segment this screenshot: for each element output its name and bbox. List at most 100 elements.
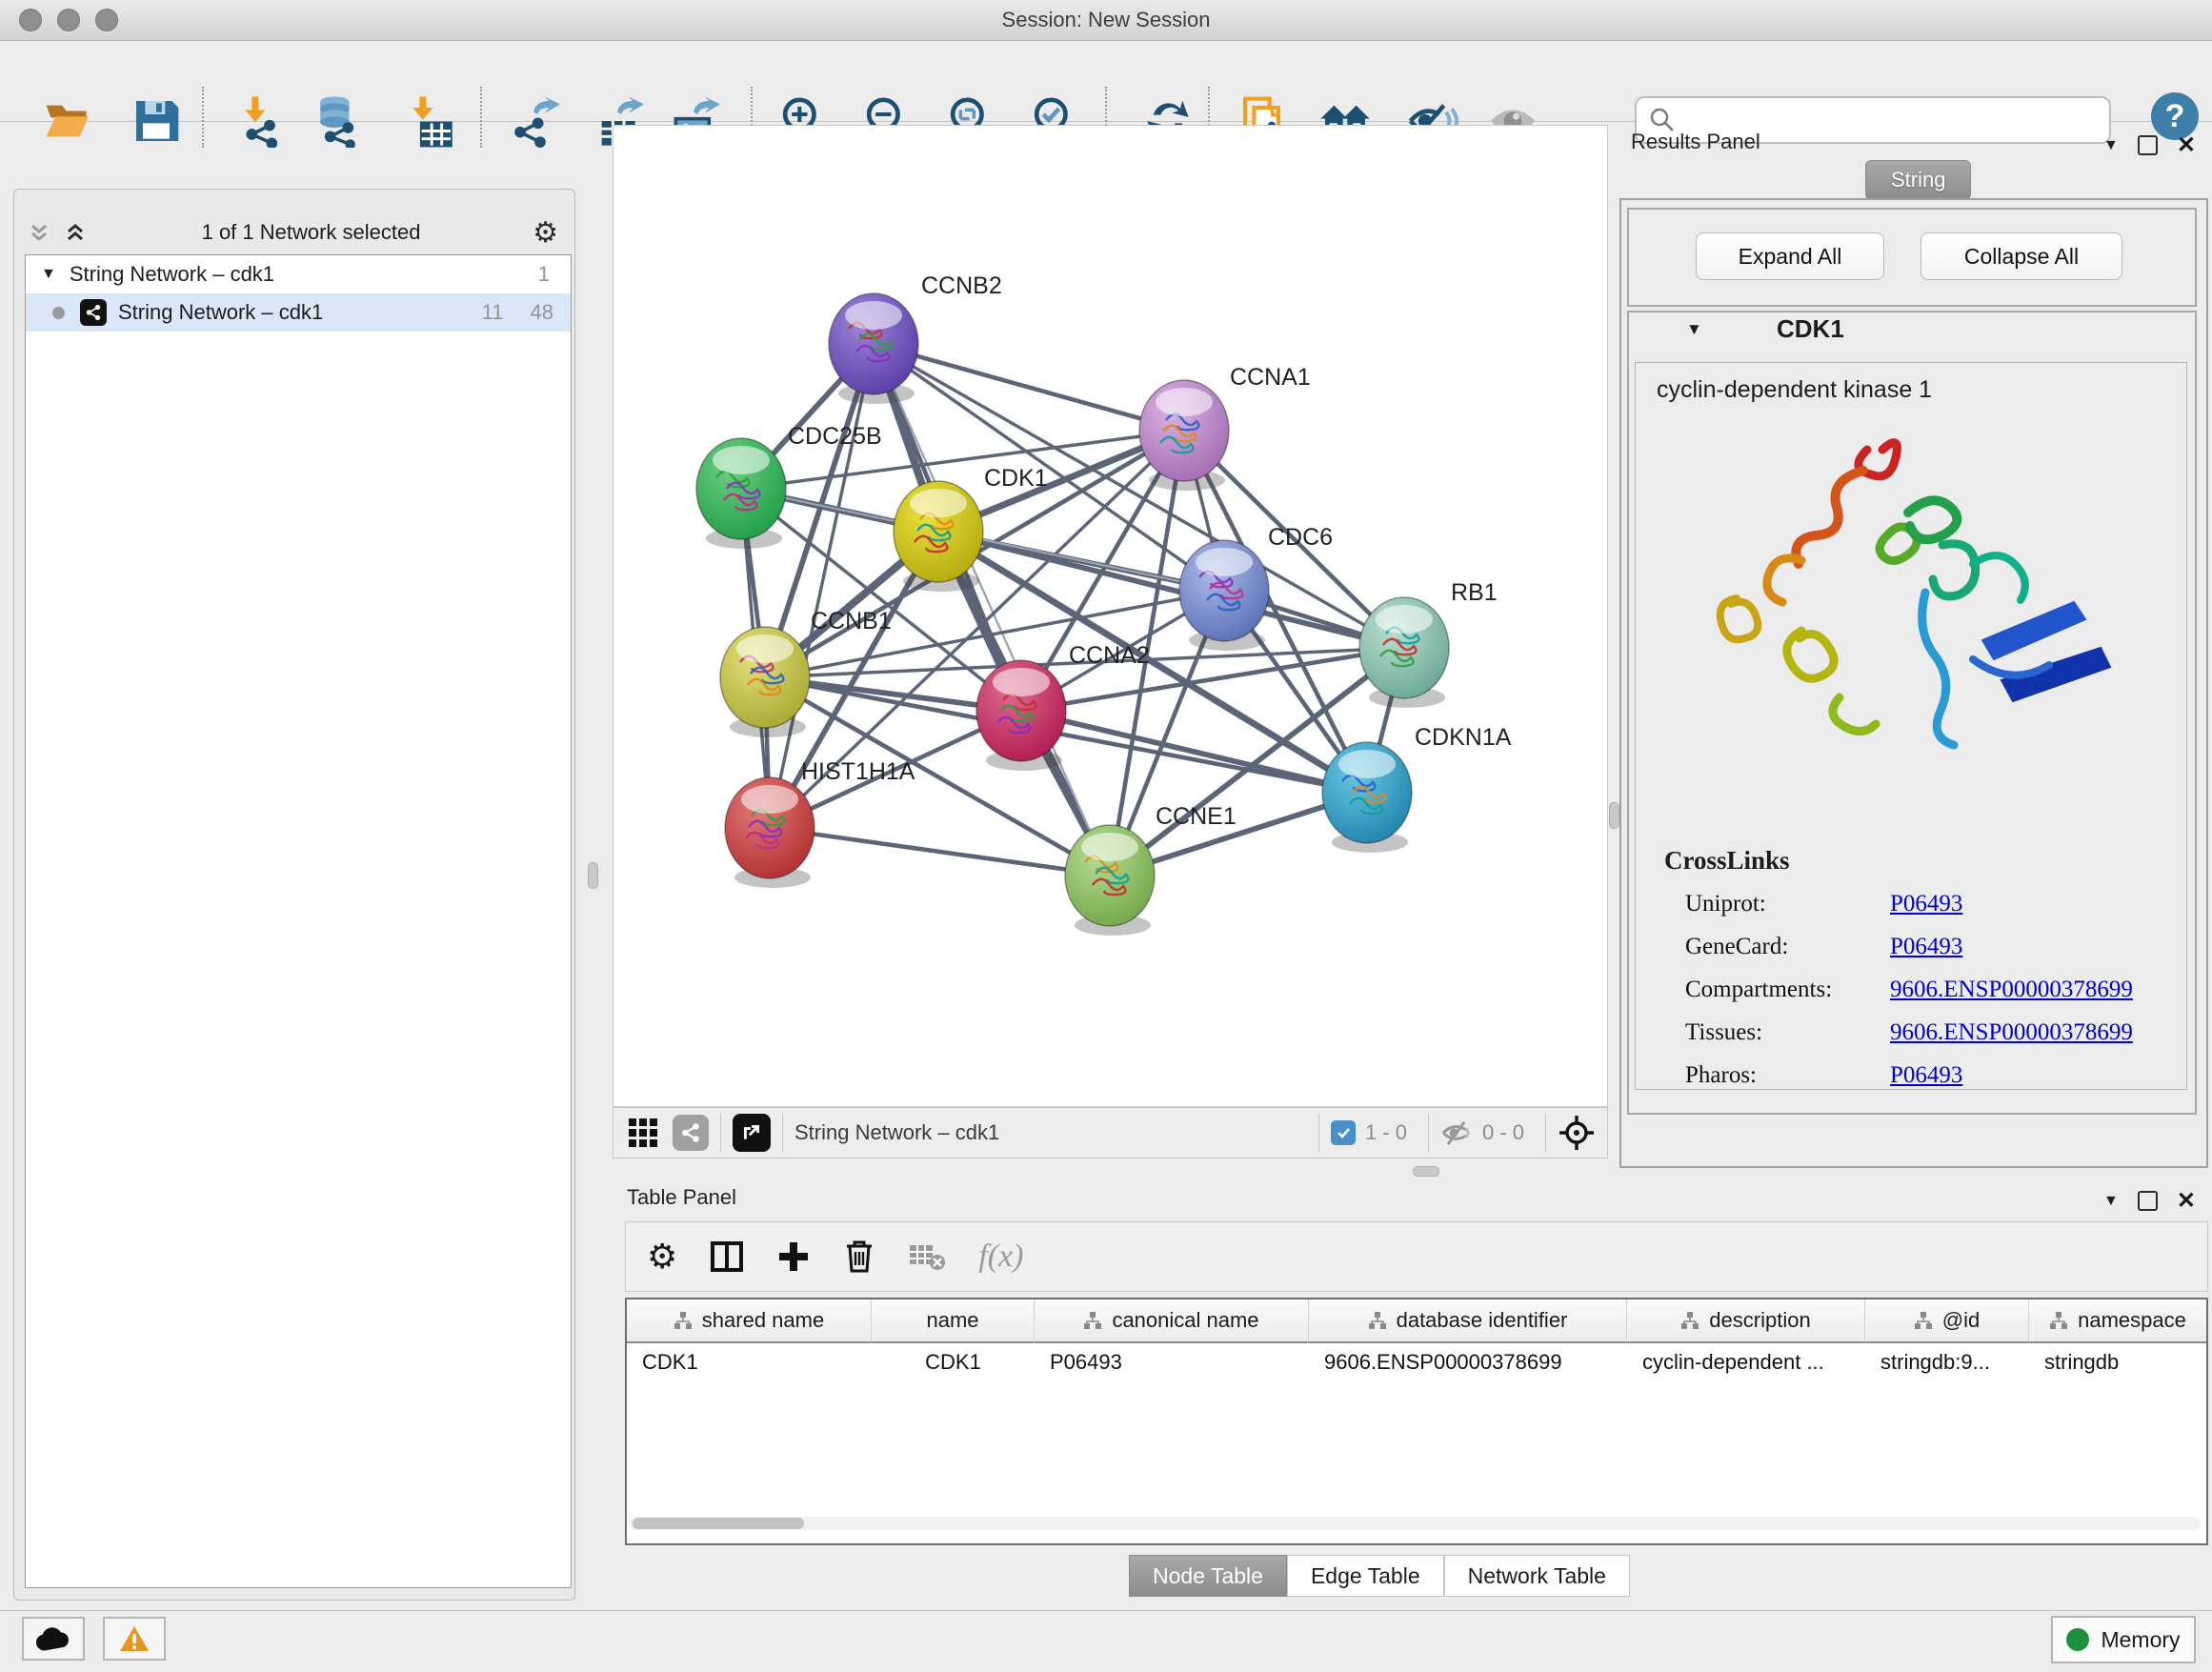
protein-detail-box: cyclin-dependent kinase 1 CrossLinks Uni… (1635, 362, 2187, 1090)
hidden-counts: 0 - 0 (1482, 1120, 1524, 1145)
network-edge[interactable] (770, 828, 1110, 876)
hidden-eye-icon[interactable] (1440, 1118, 1473, 1147)
network-node-cdkn1a[interactable]: CDKN1A (1322, 724, 1512, 853)
network-edge[interactable] (874, 344, 1110, 876)
column-header[interactable]: namespace (2029, 1299, 2206, 1343)
cytoscape-window: { "window": { "title": "Session: New Ses… (0, 0, 2212, 1671)
cell-namespace[interactable]: stringdb (2029, 1343, 2206, 1381)
table-horizontal-scrollbar[interactable] (629, 1517, 2201, 1530)
network-collection-row[interactable]: ▼ String Network – cdk1 1 (26, 255, 571, 293)
cell-canonical-name[interactable]: P06493 (1035, 1343, 1309, 1381)
network-node-cdk1[interactable]: CDK1 (894, 465, 1048, 592)
collection-expander-icon[interactable]: ▼ (41, 266, 56, 283)
tab-network-table[interactable]: Network Table (1444, 1555, 1630, 1597)
close-panel-icon[interactable]: ✕ (2177, 1187, 2196, 1215)
node-label-ccne1: CCNE1 (1156, 803, 1237, 830)
cell-description[interactable]: cyclin-dependent ... (1627, 1343, 1865, 1381)
network-status-dot (52, 307, 65, 319)
network-edge-count: 48 (531, 300, 553, 325)
crosslink-label: GeneCard: (1685, 934, 1890, 960)
main-toolbar: ? (0, 41, 2212, 122)
warning-status-button[interactable] (103, 1617, 166, 1661)
tab-node-table[interactable]: Node Table (1129, 1555, 1287, 1597)
results-panel-title-row: Results Panel (1631, 130, 1760, 154)
add-column-icon[interactable] (776, 1239, 811, 1274)
results-panel-controls: ▼ ✕ (2103, 131, 2196, 159)
node-label-cdc25b: CDC25B (788, 423, 882, 450)
cloud-status-button[interactable] (22, 1617, 85, 1661)
table-toolbar: ⚙ f(x) (625, 1221, 2208, 1292)
network-selection-summary: 1 of 1 Network selected (90, 220, 533, 245)
column-header[interactable]: canonical name (1035, 1299, 1309, 1343)
column-header[interactable]: database identifier (1309, 1299, 1627, 1343)
cell-shared-name[interactable]: CDK1 (627, 1343, 872, 1381)
tab-edge-table[interactable]: Edge Table (1287, 1555, 1444, 1597)
right-splitter-handle[interactable] (1609, 802, 1619, 829)
network-node-rb1[interactable]: RB1 (1359, 579, 1498, 708)
network-type-icon (80, 299, 107, 326)
crosslink-uniprot[interactable]: P06493 (1890, 891, 2186, 917)
network-view-toolbar: String Network – cdk1 1 - 0 0 - 0 (613, 1107, 1608, 1158)
protein-structure-image (1687, 421, 2135, 821)
bottom-splitter-handle[interactable] (1413, 1166, 1439, 1177)
cell-database-identifier[interactable]: 9606.ENSP00000378699 (1309, 1343, 1627, 1381)
network-options-gear-icon[interactable]: ⚙ (533, 216, 558, 250)
table-scrollbar-thumb[interactable] (633, 1518, 804, 1529)
left-splitter-handle[interactable] (588, 862, 598, 889)
crosslink-label: Compartments: (1685, 977, 1890, 1003)
network-edge[interactable] (770, 344, 874, 828)
network-canvas[interactable]: CCNB2CCNA1CDC25BCDK1CDC6RB1CCNB1CCNA2CDK… (613, 125, 1608, 1107)
crosslinks-title: CrossLinks (1664, 846, 2186, 876)
column-header[interactable]: shared name (627, 1299, 872, 1343)
delete-column-icon[interactable] (843, 1239, 875, 1275)
cell-id[interactable]: stringdb:9... (1865, 1343, 2029, 1381)
cell-name[interactable]: CDK1 (872, 1343, 1035, 1381)
table-row[interactable]: CDK1 CDK1 P06493 9606.ENSP00000378699 cy… (627, 1343, 2206, 1381)
tab-string-results[interactable]: String (1865, 160, 1971, 200)
network-row-selected[interactable]: String Network – cdk1 11 48 (26, 293, 571, 332)
node-label-ccna1: CCNA1 (1230, 364, 1311, 391)
node-label-ccna2: CCNA2 (1069, 642, 1150, 669)
expand-all-icon[interactable] (25, 218, 53, 247)
table-header-row: shared name name canonical name database… (627, 1299, 2206, 1343)
show-columns-icon[interactable] (710, 1239, 744, 1274)
close-panel-icon[interactable]: ✕ (2177, 131, 2196, 159)
network-node-cdc6[interactable]: CDC6 (1179, 524, 1333, 651)
status-separator (1318, 1114, 1319, 1152)
float-panel-icon[interactable]: ▼ (2103, 137, 2119, 154)
network-node-hist1h1a[interactable]: HIST1H1A (725, 758, 915, 888)
crosslink-pharos[interactable]: P06493 (1890, 1062, 2186, 1089)
network-node-ccne1[interactable]: CCNE1 (1065, 803, 1237, 936)
column-header[interactable]: name (872, 1299, 1035, 1343)
crosslink-genecard[interactable]: P06493 (1890, 934, 2186, 960)
undock-panel-icon[interactable] (2138, 135, 2158, 155)
undock-panel-icon[interactable] (2138, 1191, 2158, 1211)
selected-checkbox-icon[interactable] (1331, 1120, 1356, 1145)
network-node-ccnb2[interactable]: CCNB2 (829, 272, 1002, 404)
network-edge[interactable] (874, 344, 1184, 431)
fit-center-icon[interactable] (1558, 1114, 1596, 1152)
memory-button[interactable]: Memory (2051, 1616, 2196, 1663)
expand-all-button[interactable]: Expand All (1696, 232, 1884, 280)
column-header[interactable]: @id (1865, 1299, 2029, 1343)
grid-view-icon[interactable] (627, 1117, 659, 1149)
node-label-ccnb2: CCNB2 (921, 272, 1002, 299)
status-separator (1428, 1114, 1429, 1152)
crosslink-compartments[interactable]: 9606.ENSP00000378699 (1890, 977, 2186, 1003)
collapse-all-button[interactable]: Collapse All (1920, 232, 2122, 280)
detach-view-icon[interactable] (733, 1114, 771, 1152)
node-label-cdkn1a: CDKN1A (1415, 724, 1512, 751)
network-node-cdc25b[interactable]: CDC25B (696, 423, 882, 549)
window-title: Session: New Session (0, 8, 2212, 32)
node-label-cdc6: CDC6 (1268, 524, 1333, 551)
network-birdseye-icon[interactable] (673, 1115, 709, 1151)
column-header[interactable]: description (1627, 1299, 1865, 1343)
protein-collapse-icon[interactable]: ▼ (1686, 320, 1702, 339)
crosslink-label: Uniprot: (1685, 891, 1890, 917)
collapse-all-icon[interactable] (61, 218, 90, 247)
network-label: String Network – cdk1 (118, 300, 482, 325)
table-settings-gear-icon[interactable]: ⚙ (647, 1237, 677, 1277)
float-panel-icon[interactable]: ▼ (2103, 1193, 2119, 1210)
protein-description: cyclin-dependent kinase 1 (1657, 376, 2186, 404)
crosslink-tissues[interactable]: 9606.ENSP00000378699 (1890, 1019, 2186, 1046)
